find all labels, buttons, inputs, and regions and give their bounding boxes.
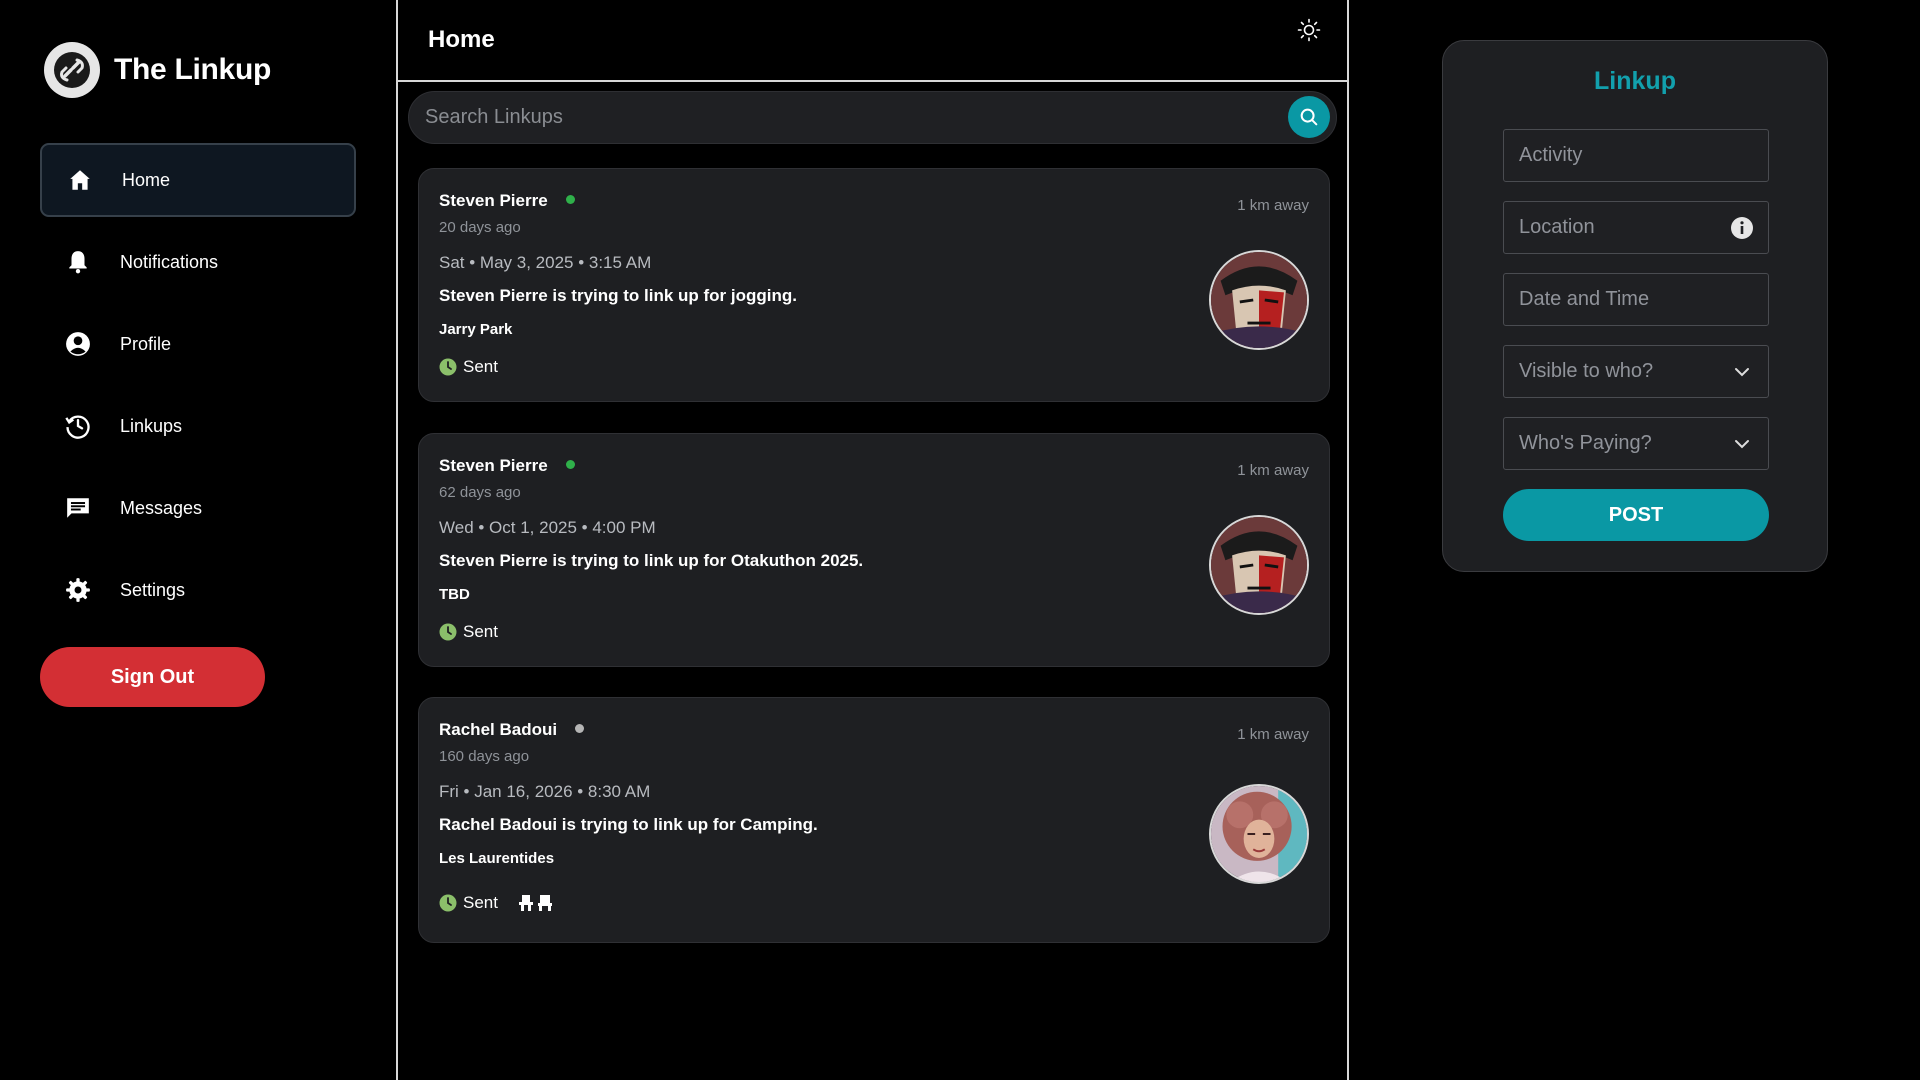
distance-label: 1 km away	[1237, 462, 1309, 479]
sidebar-item-label: Profile	[120, 333, 172, 354]
linkup-location: TBD	[439, 586, 470, 603]
user-circle-icon	[62, 328, 94, 360]
group-icon	[518, 895, 552, 911]
request-status: Sent	[439, 357, 498, 377]
search-input[interactable]	[425, 92, 1265, 143]
sidebar-item-home[interactable]: Home	[40, 143, 356, 217]
app-root: The Linkup Home Notifications Profile Li…	[0, 0, 1920, 1080]
sidebar-item-label: Notifications	[120, 251, 219, 272]
create-linkup-panel: Linkup Visible to who? Who's Paying? P	[1442, 40, 1828, 572]
linkup-date: Fri • Jan 16, 2026 • 8:30 AM	[439, 782, 651, 801]
activity-input[interactable]	[1519, 144, 1719, 167]
sidebar-item-messages[interactable]: Messages	[40, 471, 356, 545]
linkup-card[interactable]: Steven Pierre 62 days ago 1 km away Wed …	[418, 433, 1330, 667]
panel-title: Linkup	[1594, 67, 1676, 95]
sidebar-item-label: Linkups	[120, 415, 183, 436]
request-status: Sent	[439, 622, 498, 642]
offline-status-dot	[575, 724, 585, 734]
datetime-field[interactable]	[1503, 273, 1769, 326]
avatar[interactable]	[1209, 784, 1309, 884]
search-button[interactable]	[1288, 96, 1330, 138]
post-age: 62 days ago	[439, 484, 521, 501]
distance-label: 1 km away	[1237, 197, 1309, 214]
sidebar-item-label: Settings	[120, 579, 186, 600]
avatar[interactable]	[1209, 515, 1309, 615]
page-title: Home	[428, 26, 495, 53]
gear-icon	[62, 574, 94, 606]
brand[interactable]: The Linkup	[44, 42, 271, 98]
sun-icon[interactable]	[1297, 18, 1321, 42]
location-input[interactable]	[1519, 216, 1719, 239]
request-status: Sent	[439, 892, 554, 914]
distance-label: 1 km away	[1237, 726, 1309, 743]
linkup-card[interactable]: Rachel Badoui 160 days ago 1 km away Fri…	[418, 697, 1330, 943]
clock-icon	[439, 623, 457, 641]
sign-out-button[interactable]: Sign Out	[40, 647, 265, 707]
linkup-location: Jarry Park	[439, 321, 513, 338]
sidebar-item-label: Messages	[120, 497, 203, 518]
info-icon[interactable]	[1730, 216, 1754, 240]
linkup-logo-icon	[44, 42, 100, 98]
poster-name[interactable]: Steven Pierre	[439, 456, 575, 476]
visibility-select-label: Visible to who?	[1519, 360, 1654, 382]
paying-select[interactable]: Who's Paying?	[1503, 417, 1769, 470]
linkup-date: Sat • May 3, 2025 • 3:15 AM	[439, 253, 652, 272]
sidebar-item-profile[interactable]: Profile	[40, 307, 356, 381]
linkup-description: Steven Pierre is trying to link up for O…	[439, 551, 864, 570]
clock-icon	[439, 358, 457, 376]
chevron-down-icon	[1730, 360, 1754, 384]
linkup-card[interactable]: Steven Pierre 20 days ago 1 km away Sat …	[418, 168, 1330, 402]
paying-select-label: Who's Paying?	[1519, 432, 1652, 454]
chevron-down-icon	[1730, 432, 1754, 456]
location-field[interactable]	[1503, 201, 1769, 254]
online-status-dot	[565, 195, 575, 205]
sidebar: The Linkup Home Notifications Profile Li…	[0, 0, 396, 1080]
online-status-dot	[565, 460, 575, 470]
sidebar-item-linkups[interactable]: Linkups	[40, 389, 356, 463]
clock-icon	[439, 894, 457, 912]
sidebar-item-settings[interactable]: Settings	[40, 553, 356, 627]
poster-name[interactable]: Rachel Badoui	[439, 720, 585, 740]
message-icon	[62, 492, 94, 524]
activity-field[interactable]	[1503, 129, 1769, 182]
post-age: 20 days ago	[439, 219, 521, 236]
home-icon	[64, 164, 96, 196]
sidebar-item-label: Home	[122, 169, 171, 190]
avatar[interactable]	[1209, 250, 1309, 350]
search-icon	[1300, 108, 1318, 126]
visibility-select[interactable]: Visible to who?	[1503, 345, 1769, 398]
poster-name[interactable]: Steven Pierre	[439, 191, 575, 211]
post-age: 160 days ago	[439, 748, 530, 765]
linkup-location: Les Laurentides	[439, 850, 555, 867]
feed: Home Steven Pierre	[396, 0, 1349, 1080]
search-bar	[408, 91, 1337, 144]
feed-header: Home	[398, 0, 1347, 82]
sidebar-item-notifications[interactable]: Notifications	[40, 225, 356, 299]
linkup-description: Steven Pierre is trying to link up for j…	[439, 286, 797, 305]
main-nav: Home Notifications Profile Linkups Messa…	[40, 143, 356, 635]
history-icon	[62, 410, 94, 442]
datetime-input[interactable]	[1519, 288, 1719, 311]
linkup-date: Wed • Oct 1, 2025 • 4:00 PM	[439, 518, 656, 537]
app-name: The Linkup	[114, 53, 271, 86]
post-button[interactable]: POST	[1503, 489, 1769, 541]
linkup-description: Rachel Badoui is trying to link up for C…	[439, 815, 818, 834]
bell-icon	[62, 246, 94, 278]
